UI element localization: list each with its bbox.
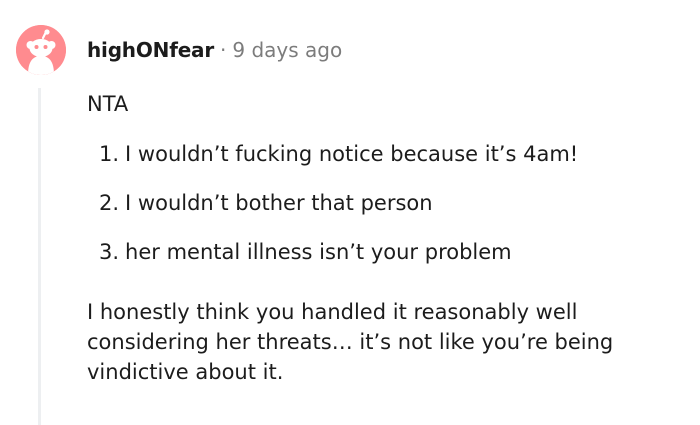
list-item: 2. I wouldn’t bother that person	[99, 188, 687, 218]
avatar[interactable]	[16, 25, 66, 75]
list-item-text: I wouldn’t fucking notice because it’s 4…	[125, 142, 579, 166]
list-item: 1. I wouldn’t fucking notice because it’s…	[99, 139, 687, 169]
list-item-number: 3.	[99, 240, 120, 264]
list-item-number: 2.	[99, 191, 120, 215]
timestamp-link[interactable]: 9 days ago	[232, 38, 342, 62]
comment: highONfear · 9 days ago NTA 1. I wouldn’t f…	[0, 0, 700, 425]
reddit-snoo-icon	[16, 25, 66, 75]
meta-separator: ·	[220, 38, 227, 62]
list-item-text: I wouldn’t bother that person	[125, 191, 433, 215]
list-item-text: her mental illness isn’t your problem	[125, 240, 512, 264]
author-link[interactable]: highONfear	[87, 38, 214, 62]
verdict-text: NTA	[87, 92, 129, 116]
comment-meta: highONfear · 9 days ago	[87, 36, 342, 64]
comment-body: NTA 1. I wouldn’t fucking notice because …	[87, 89, 687, 387]
list-item-number: 1.	[99, 142, 120, 166]
comment-paragraph: I honestly think you handled it reasonab…	[87, 300, 614, 384]
thread-line[interactable]	[38, 88, 41, 425]
reason-list: 1. I wouldn’t fucking notice because it’s…	[87, 139, 687, 267]
list-item: 3. her mental illness isn’t your problem	[99, 237, 687, 267]
